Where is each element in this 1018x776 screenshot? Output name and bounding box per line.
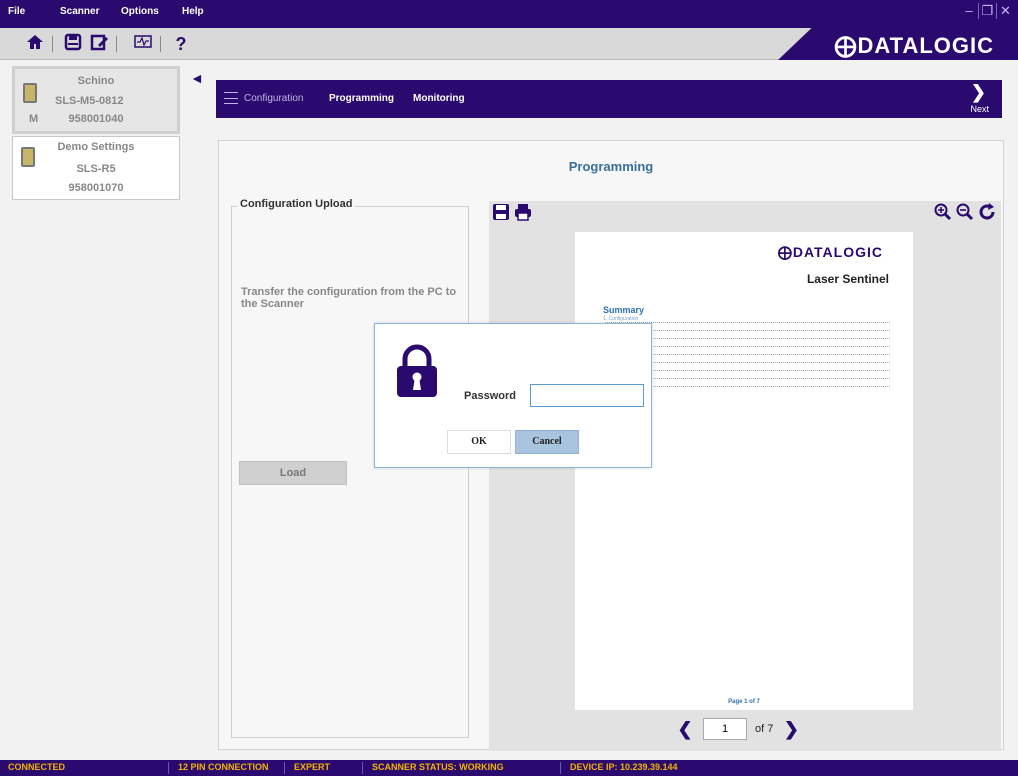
nav-bar: Configuration Programming Monitoring ❯ N…: [216, 80, 1002, 118]
scanner-device-icon: [23, 83, 37, 103]
status-separator: [362, 762, 363, 774]
cancel-button[interactable]: Cancel: [515, 430, 579, 454]
tab-programming[interactable]: Programming: [329, 93, 394, 104]
save-icon[interactable]: [62, 33, 84, 55]
save-pdf-icon[interactable]: [491, 203, 511, 223]
toolbar-separator: [160, 36, 161, 52]
load-button[interactable]: Load: [239, 461, 347, 485]
ok-button[interactable]: OK: [447, 430, 511, 454]
next-page-icon[interactable]: ❯: [781, 719, 801, 739]
close-icon[interactable]: ✕: [996, 3, 1014, 19]
device-card-demo-settings[interactable]: Demo Settings SLS-R5 958001070: [12, 136, 180, 200]
page-footer: Page 1 of 7: [728, 699, 760, 705]
brand-band: ⨁DATALOGIC: [778, 28, 1018, 60]
menu-scanner[interactable]: Scanner: [60, 6, 99, 17]
status-separator: [560, 762, 561, 774]
summary-heading: Summary: [603, 305, 645, 315]
report-page: ⨁DATALOGIC Laser Sentinel Summary 1. Con…: [575, 232, 913, 710]
home-icon[interactable]: [24, 33, 46, 55]
password-dialog: Password OK Cancel: [374, 323, 652, 468]
tab-monitoring[interactable]: Monitoring: [413, 93, 465, 104]
tab-configuration[interactable]: Configuration: [244, 93, 303, 104]
zoom-in-icon[interactable]: [933, 203, 953, 223]
next-button[interactable]: Next: [970, 104, 989, 114]
hamburger-menu-icon[interactable]: [224, 92, 238, 104]
password-field[interactable]: [530, 384, 644, 407]
print-icon[interactable]: [513, 203, 533, 223]
report-preview: ⨁DATALOGIC Laser Sentinel Summary 1. Con…: [489, 201, 1001, 751]
pager: ❮ of 7 ❯: [675, 716, 801, 742]
refresh-icon[interactable]: [977, 203, 997, 223]
status-separator: [168, 762, 169, 774]
mode-status: EXPERT: [294, 762, 331, 772]
monitor-icon[interactable]: [132, 33, 154, 55]
window-controls: – ❐ ✕: [960, 3, 1014, 19]
previous-page-icon[interactable]: ❮: [675, 719, 695, 739]
device-name: Schino: [77, 75, 115, 87]
help-icon[interactable]: ?: [170, 33, 192, 55]
device-name: Demo Settings: [57, 141, 135, 153]
page-title: Programming: [568, 159, 654, 174]
password-label: Password: [464, 390, 516, 402]
edit-document-icon[interactable]: [88, 33, 110, 55]
status-separator: [284, 762, 285, 774]
menu-bar: File Scanner Options Help – ❐ ✕: [0, 0, 1018, 28]
toolbar-separator: [116, 36, 117, 52]
zoom-out-icon[interactable]: [955, 203, 975, 223]
configuration-upload-legend: Configuration Upload: [237, 198, 356, 210]
device-serial: 958001040: [68, 113, 124, 125]
status-bar: CONNECTED 12 PIN CONNECTION EXPERT SCANN…: [0, 760, 1018, 776]
device-card-schino[interactable]: Schino SLS-M5-0812 M 958001040: [12, 66, 180, 134]
page-number-input[interactable]: [703, 718, 747, 740]
page-total: of 7: [755, 723, 774, 735]
menu-help[interactable]: Help: [182, 6, 204, 17]
page-product-name: Laser Sentinel: [806, 272, 889, 286]
upload-description: Transfer the configuration from the PC t…: [241, 286, 457, 310]
device-model: SLS-M5-0812: [55, 95, 124, 107]
menu-file[interactable]: File: [8, 6, 25, 17]
lock-icon: [397, 344, 437, 397]
toolbar-separator: [52, 36, 53, 52]
restore-icon[interactable]: ❐: [978, 3, 996, 19]
chevron-right-icon[interactable]: ❯: [971, 82, 986, 103]
collapse-panel-icon[interactable]: ◄: [190, 70, 204, 86]
pin-connection-status: 12 PIN CONNECTION: [178, 762, 269, 772]
brand-logo: ⨁DATALOGIC: [834, 33, 994, 58]
device-model: SLS-R5: [76, 163, 116, 175]
device-ip-status: DEVICE IP: 10.239.39.144: [570, 762, 678, 772]
scanner-status: SCANNER STATUS: WORKING: [372, 762, 504, 772]
menu-options[interactable]: Options: [121, 6, 159, 17]
page-brand-logo: ⨁DATALOGIC: [777, 244, 883, 260]
device-serial: 958001070: [68, 182, 124, 194]
connection-status: CONNECTED: [8, 762, 66, 772]
minimize-icon[interactable]: –: [960, 3, 978, 19]
